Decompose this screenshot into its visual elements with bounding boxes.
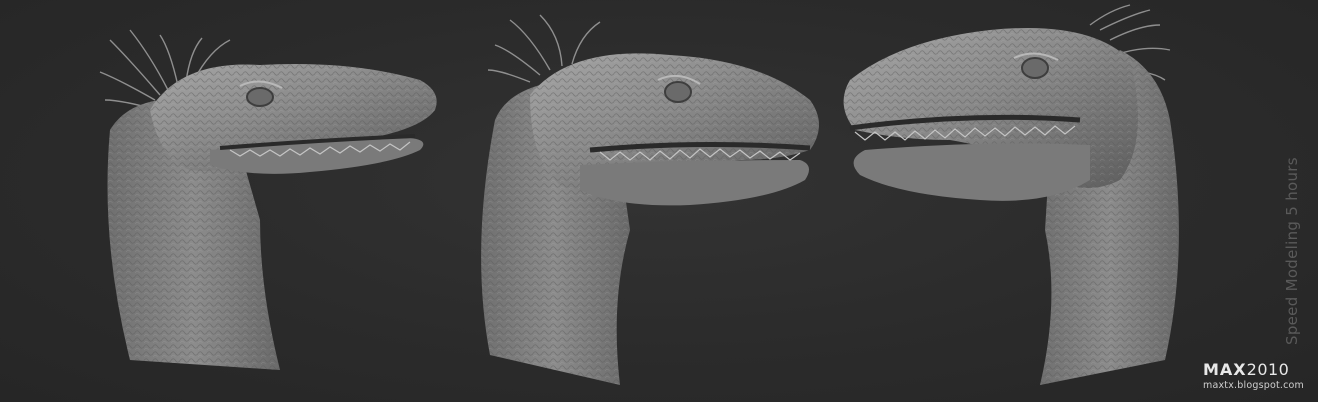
logo: MAX2010 maxtx.blogspot.com xyxy=(1203,362,1305,392)
logo-year: 2010 xyxy=(1246,360,1290,379)
lower-jaw xyxy=(580,160,809,206)
lower-jaw xyxy=(853,143,1090,201)
eye xyxy=(246,87,274,107)
raptor-render-1 xyxy=(90,0,450,402)
logo-brand: MAX xyxy=(1203,360,1247,379)
logo-mark: MAX2010 xyxy=(1203,362,1303,378)
raptor-render-2 xyxy=(470,0,830,402)
raptor-render-3 xyxy=(830,0,1190,402)
caption-vertical: Speed Modeling 5 hours xyxy=(1283,157,1301,345)
eye xyxy=(664,81,692,103)
artwork-canvas: Speed Modeling 5 hours MAX2010 maxtx.blo… xyxy=(0,0,1318,402)
logo-url: maxtx.blogspot.com xyxy=(1203,380,1305,391)
eye xyxy=(1021,57,1049,79)
